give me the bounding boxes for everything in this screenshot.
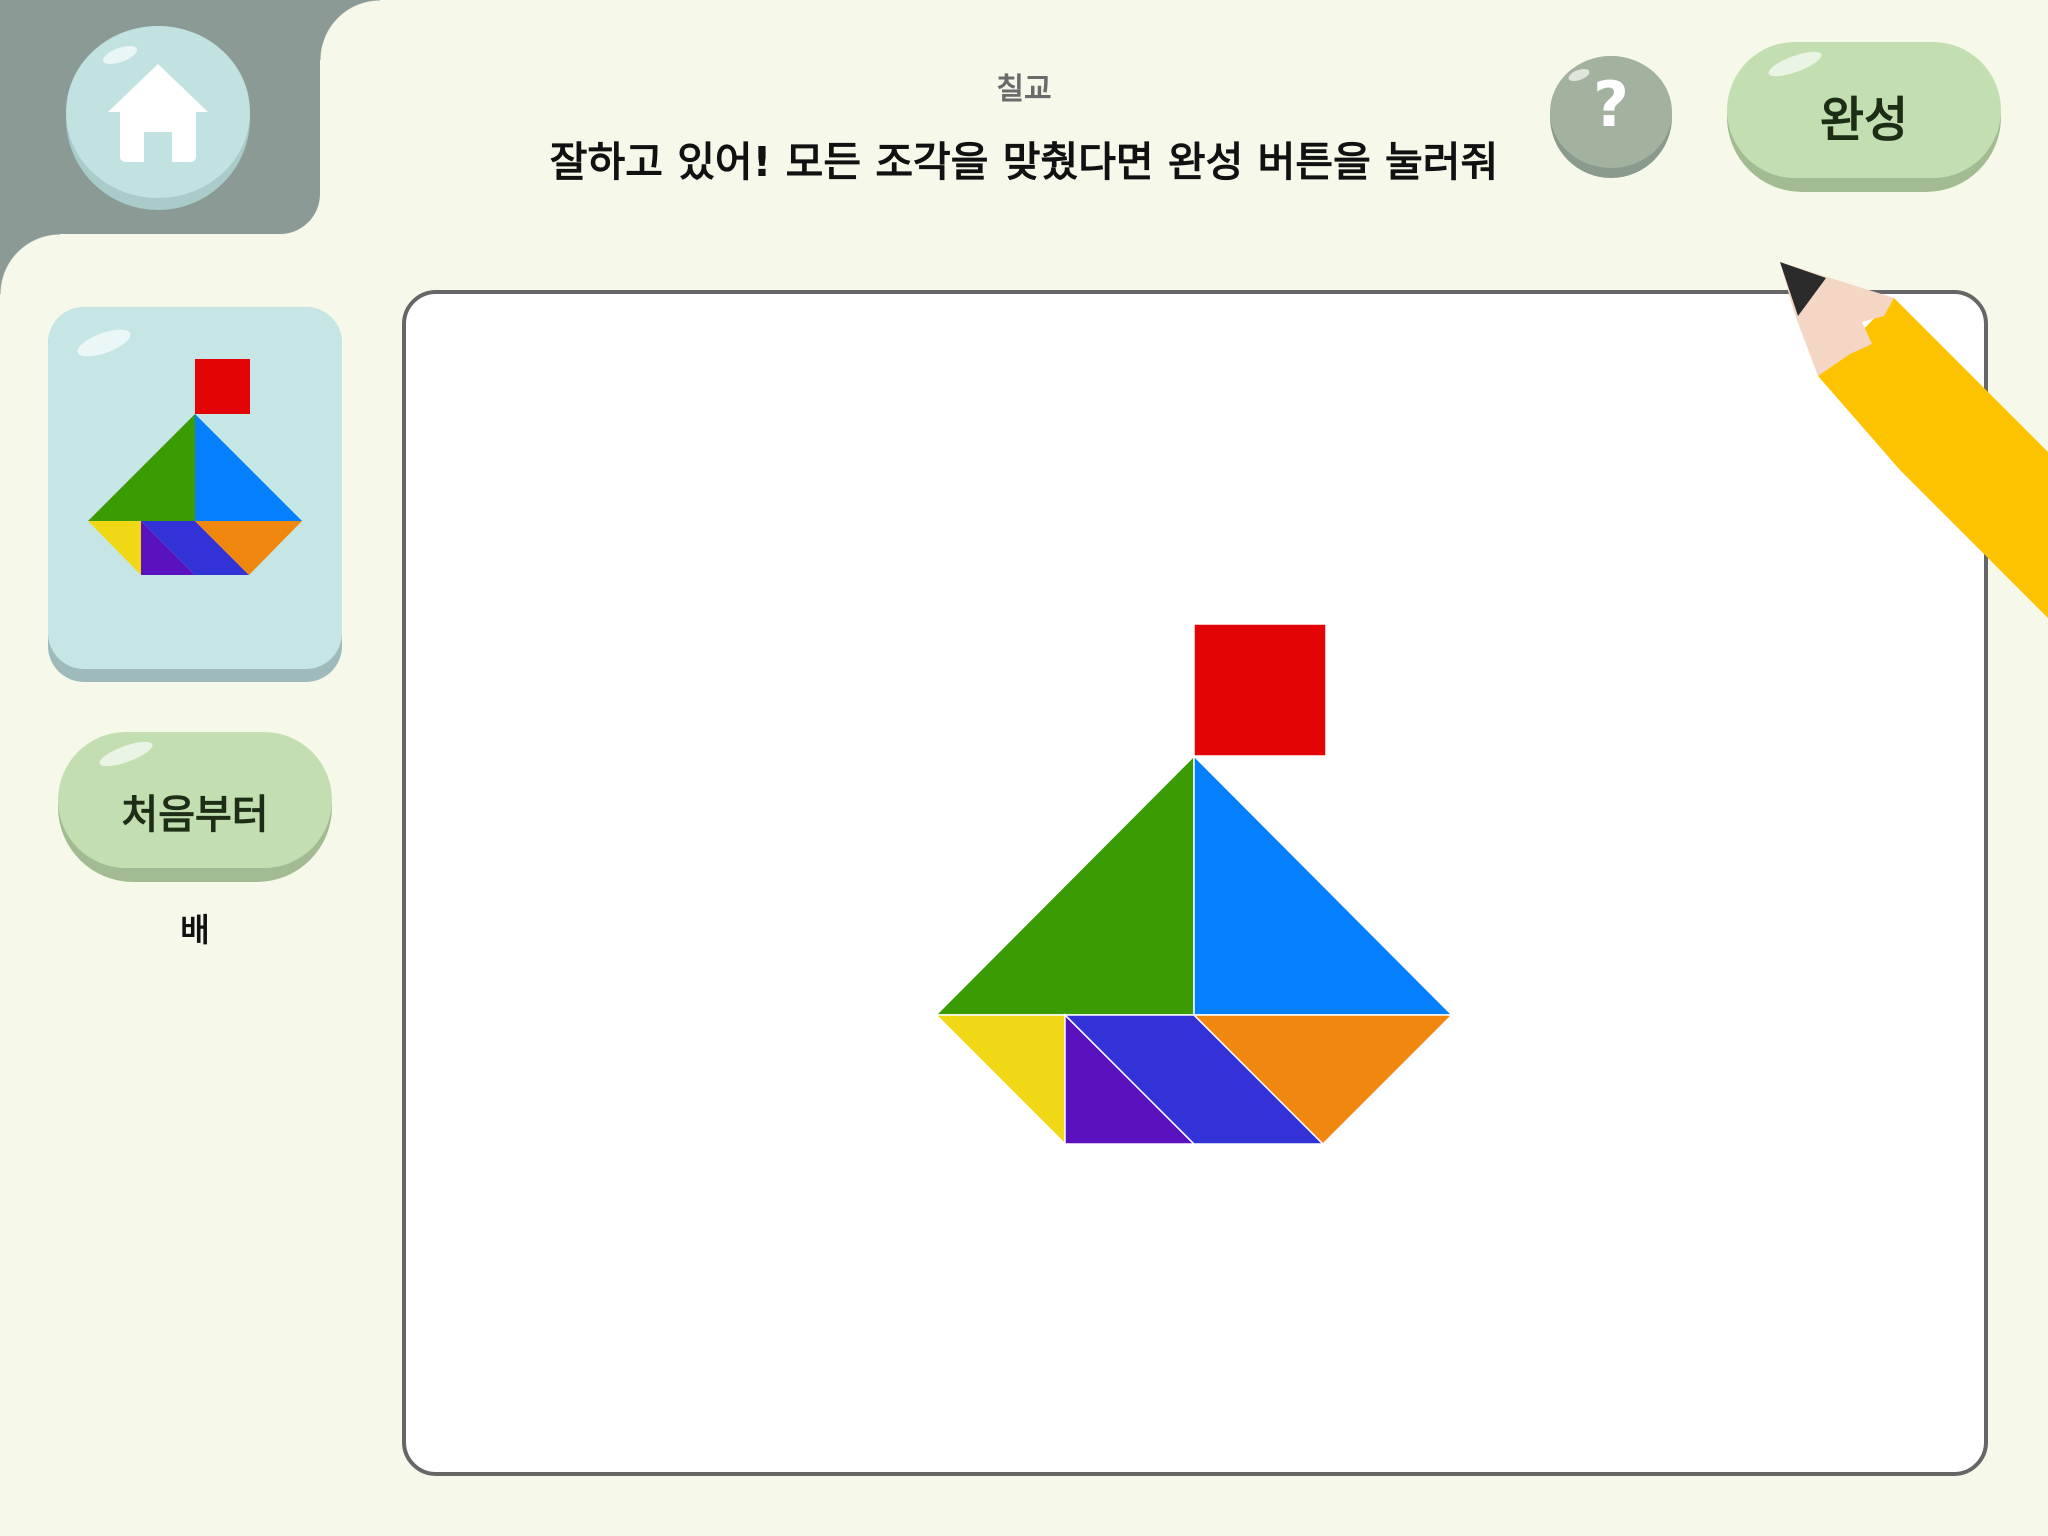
piece-small-triangle-yellow[interactable] (934, 1014, 1066, 1146)
corner-notch (0, 234, 60, 294)
reference-ship-figure (88, 359, 302, 575)
ref-piece-large-triangle-green (88, 414, 195, 521)
done-label: 완성 (1819, 92, 1909, 148)
pencil-icon (1780, 262, 2048, 618)
reference-card: 배 (48, 307, 342, 949)
puzzle-ship-figure (934, 623, 1454, 1146)
ref-piece-small-triangle-yellow (88, 521, 141, 575)
help-label: ? (1593, 68, 1629, 141)
piece-square[interactable] (1193, 623, 1327, 757)
tangram-screen: 칠교 잘하고 있어! 모든 조각을 맞췄다면 완성 버튼을 눌러줘 ? 완성 배… (0, 0, 2048, 1536)
ref-piece-large-triangle-blue (195, 414, 302, 521)
done-button[interactable]: 완성 (1727, 42, 2001, 192)
ref-piece-square (195, 359, 250, 414)
piece-large-triangle-blue[interactable] (1193, 754, 1454, 1016)
reset-label: 처음부터 (121, 792, 269, 838)
piece-large-triangle-green[interactable] (934, 754, 1195, 1016)
reference-label: 배 (180, 911, 210, 949)
puzzle-board (402, 290, 1988, 1476)
help-button[interactable]: ? (1550, 56, 1672, 178)
reset-button[interactable]: 처음부터 (58, 732, 332, 882)
